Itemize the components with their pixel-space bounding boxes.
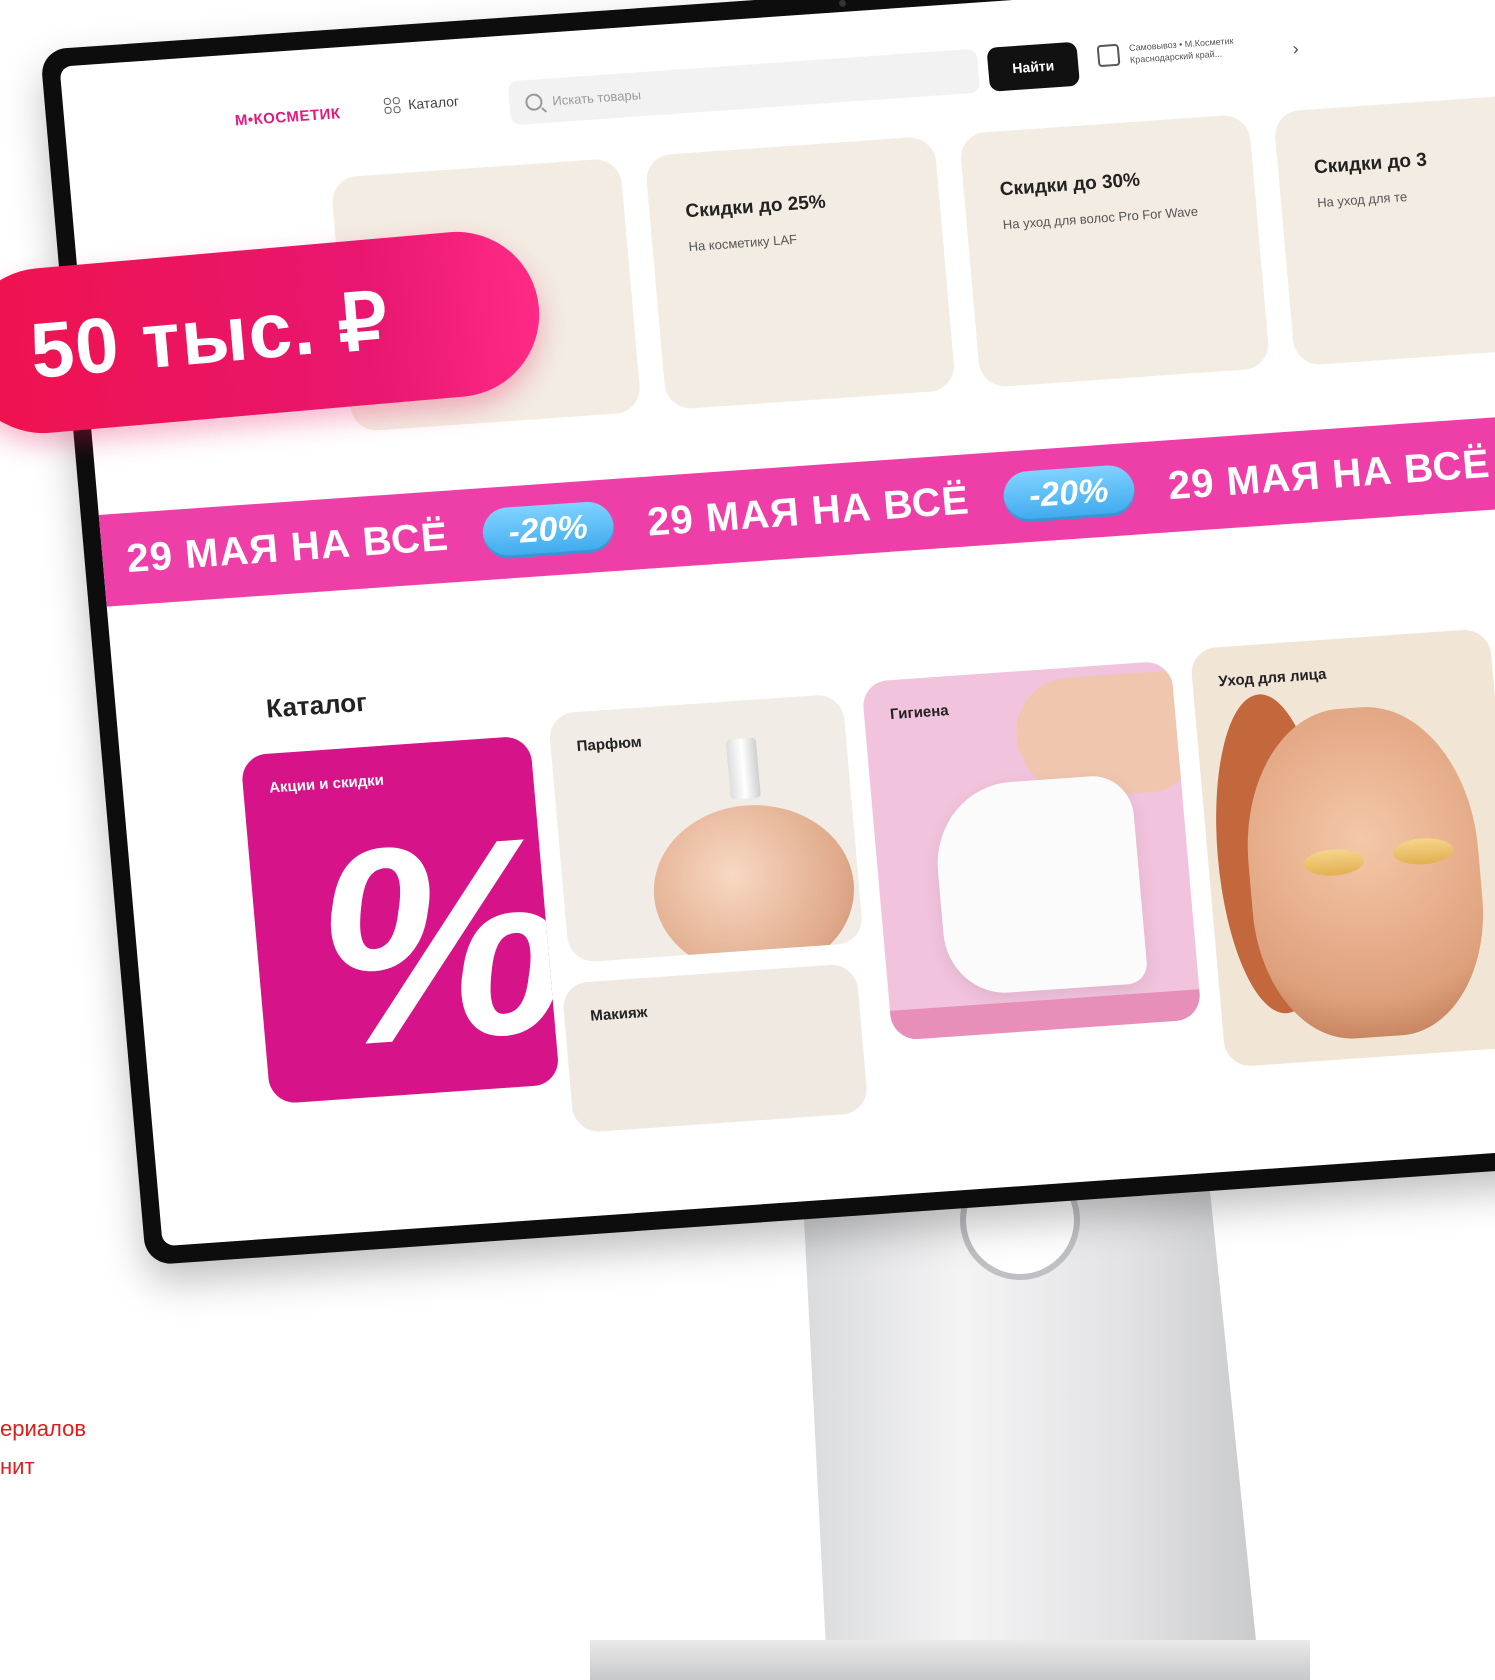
chevron-right-icon[interactable]: › — [1292, 38, 1300, 59]
pickup-selector[interactable]: Самовывоз • М.Косметик Краснодарский кра… — [1096, 35, 1235, 68]
grid-icon — [383, 97, 401, 115]
search-placeholder: Искать товары — [551, 86, 642, 108]
site-logo[interactable]: М•КОСМЕТИК — [234, 105, 341, 129]
catalog-button-label: Каталог — [407, 92, 460, 113]
tile-label: Уход для лица — [1217, 665, 1328, 691]
search-input[interactable]: Искать товары — [507, 48, 981, 126]
catalog-tile-perfume[interactable]: Парфюм — [547, 693, 864, 964]
catalog-tile-hygiene[interactable]: Гигиена — [861, 660, 1202, 1041]
napkin-box — [889, 989, 1202, 1041]
search-icon — [524, 92, 544, 111]
promo-title: Скидки до 30% — [998, 169, 1141, 201]
catalog-tile-face-care[interactable]: Уход для лица — [1189, 628, 1495, 1068]
marquee-text: 29 МАЯ НА ВСЁ — [645, 477, 972, 545]
monitor-bezel: М•КОСМЕТИК Каталог Искать товары Найти С… — [40, 0, 1495, 1266]
discount-badge: -20% — [1001, 463, 1137, 524]
screen: М•КОСМЕТИК Каталог Искать товары Найти С… — [59, 0, 1495, 1247]
promo-subtitle: На косметику LAF — [687, 231, 798, 255]
catalog-button[interactable]: Каталог — [383, 92, 460, 115]
promo-title: Скидки до 25% — [684, 191, 827, 223]
promo-card[interactable]: Скидки до 30% На уход для волос Pro For … — [958, 113, 1271, 389]
promo-subtitle: На уход для волос Pro For Wave — [1002, 203, 1199, 233]
catalog-heading: Каталог — [264, 686, 369, 724]
tile-label: Парфюм — [576, 733, 643, 756]
promo-subtitle: На уход для те — [1316, 188, 1408, 211]
side-caption-line: нит — [0, 1454, 35, 1479]
store-icon — [1096, 43, 1121, 68]
tile-label: Гигиена — [889, 702, 950, 724]
promo-title: Скидки до 3 — [1313, 149, 1428, 179]
perfume-bottle-cap — [725, 737, 761, 800]
side-caption-line: ериалов — [0, 1416, 87, 1441]
side-caption: ериалов нит — [0, 1410, 86, 1486]
marquee-text: 29 МАЯ НА ВСЁ — [124, 514, 451, 581]
percent-icon: % — [303, 777, 561, 1105]
camera-icon — [838, 0, 847, 8]
napkin-image — [930, 773, 1149, 997]
discount-badge: -20% — [480, 499, 616, 560]
perfume-bottle-image — [646, 798, 862, 964]
find-button[interactable]: Найти — [986, 41, 1081, 92]
promo-card[interactable]: Скидки до 3 На уход для те — [1273, 91, 1495, 367]
stand-base — [590, 1640, 1310, 1680]
price-text: 50 тыс. ₽ — [26, 276, 392, 396]
catalog-tile-makeup[interactable]: Макияж — [561, 963, 869, 1134]
catalog-tile-sales[interactable]: Акции и скидки % — [240, 735, 561, 1105]
tile-label: Макияж — [589, 1003, 649, 1025]
promo-card[interactable]: Скидки до 25% На косметику LAF — [644, 135, 957, 411]
sale-marquee[interactable]: 29 МАЯ НА ВСЁ -20% 29 МАЯ НА ВСЁ -20% 29… — [98, 400, 1495, 607]
marquee-text: 29 МАЯ НА ВСЁ — [1166, 441, 1492, 508]
